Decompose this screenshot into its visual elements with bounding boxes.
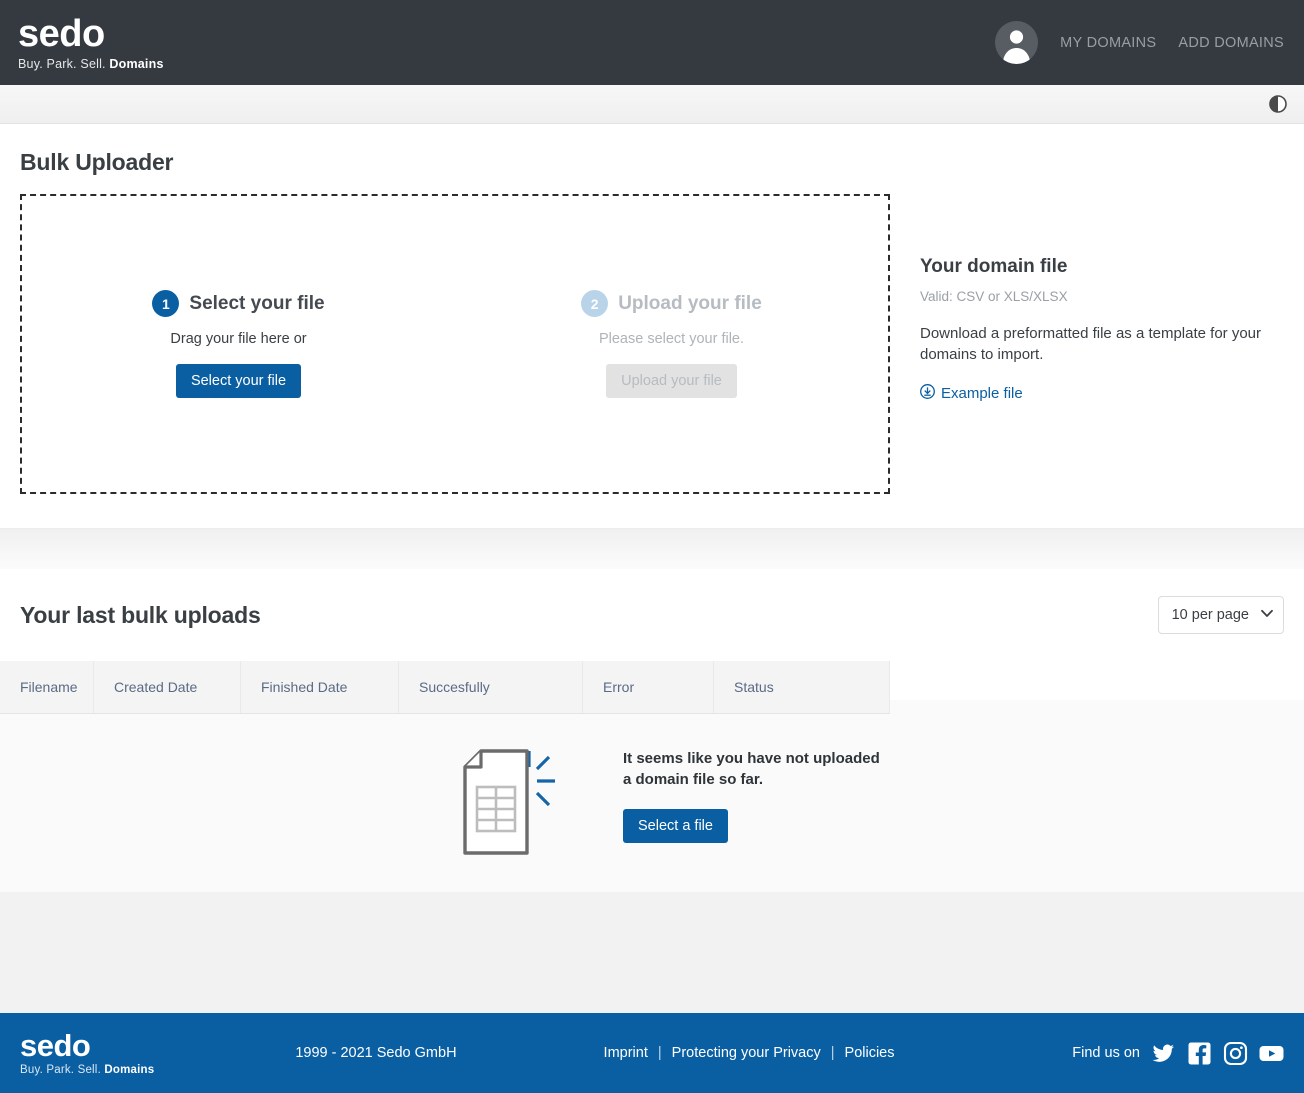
step-2-title: Upload your file — [618, 293, 762, 315]
download-circle-icon — [920, 384, 935, 403]
column-header-filename[interactable]: Filename — [0, 661, 94, 713]
empty-state-content: It seems like you have not uploaded a do… — [623, 749, 883, 842]
top-header: sedo Buy. Park. Sell. Domains MY DOMAINS… — [0, 0, 1304, 85]
header-right-group: MY DOMAINS ADD DOMAINS — [995, 21, 1284, 64]
upload-steps: 1 Select your file Drag your file here o… — [22, 290, 888, 398]
column-header-error[interactable]: Error — [583, 661, 714, 713]
user-avatar-icon[interactable] — [995, 21, 1038, 64]
spreadsheet-file-sparkle-icon — [451, 729, 571, 864]
footer-sedo-logo[interactable]: sedo Buy. Park. Sell. Domains — [20, 1030, 154, 1077]
sub-toolbar — [0, 85, 1304, 124]
select-a-file-button[interactable]: Select a file — [623, 809, 728, 843]
uploads-empty-state: It seems like you have not uploaded a do… — [0, 700, 1304, 892]
last-uploads-title: Your last bulk uploads — [20, 602, 261, 629]
step-1-header: 1 Select your file — [32, 290, 445, 317]
uploader-row: 1 Select your file Drag your file here o… — [20, 194, 1284, 494]
sedo-logo[interactable]: sedo Buy. Park. Sell. Domains — [18, 15, 164, 71]
footer-links: Imprint | Protecting your Privacy | Poli… — [604, 1045, 895, 1061]
instagram-icon[interactable] — [1223, 1041, 1248, 1066]
step-2-subtitle: Please select your file. — [465, 331, 878, 347]
contrast-toggle-icon[interactable] — [1269, 95, 1287, 113]
logo-tagline: Buy. Park. Sell. Domains — [18, 58, 164, 71]
step-2-badge: 2 — [581, 290, 608, 317]
step-1-subtitle: Drag your file here or — [32, 331, 445, 347]
footer-logo-tagline: Buy. Park. Sell. Domains — [20, 1065, 154, 1077]
youtube-icon[interactable] — [1259, 1041, 1284, 1066]
column-header-created-date[interactable]: Created Date — [94, 661, 241, 713]
last-uploads-section: Your last bulk uploads 10 per page Filen… — [0, 569, 1304, 700]
footer-link-privacy[interactable]: Protecting your Privacy — [672, 1045, 821, 1061]
domain-file-panel: Your domain file Valid: CSV or XLS/XLSX … — [890, 194, 1270, 404]
page-title: Bulk Uploader — [20, 124, 1284, 176]
social-label: Find us on — [1072, 1045, 1140, 1061]
domain-file-title: Your domain file — [920, 256, 1270, 278]
column-header-finished-date[interactable]: Finished Date — [241, 661, 399, 713]
footer-copyright: 1999 - 2021 Sedo GmbH — [295, 1045, 456, 1061]
social-group: Find us on — [1072, 1041, 1284, 1066]
chevron-down-icon — [1261, 609, 1273, 621]
step-1-title: Select your file — [189, 293, 324, 315]
domain-file-description: Download a preformatted file as a templa… — [920, 323, 1270, 366]
file-dropzone[interactable]: 1 Select your file Drag your file here o… — [20, 194, 890, 494]
footer-link-policies[interactable]: Policies — [845, 1045, 895, 1061]
footer-logo-wordmark: sedo — [20, 1030, 154, 1061]
select-your-file-button[interactable]: Select your file — [176, 364, 301, 398]
logo-wordmark: sedo — [18, 15, 164, 53]
example-file-link[interactable]: Example file — [920, 384, 1023, 403]
upload-step-2: 2 Upload your file Please select your fi… — [455, 290, 888, 398]
example-file-label: Example file — [941, 385, 1023, 402]
column-header-succesfully[interactable]: Succesfully — [399, 661, 583, 713]
upload-step-1: 1 Select your file Drag your file here o… — [22, 290, 455, 398]
bulk-uploader-section: Bulk Uploader 1 Select your file Drag yo… — [0, 124, 1304, 528]
step-1-badge: 1 — [152, 290, 179, 317]
footer-separator-2: | — [831, 1045, 835, 1061]
uploads-table-header: Filename Created Date Finished Date Succ… — [0, 661, 890, 714]
domain-file-valid-formats: Valid: CSV or XLS/XLSX — [920, 289, 1270, 304]
empty-state-message: It seems like you have not uploaded a do… — [623, 749, 883, 790]
per-page-value: 10 per page — [1172, 607, 1249, 623]
last-uploads-header: Your last bulk uploads 10 per page — [0, 569, 1304, 661]
column-header-status[interactable]: Status — [714, 661, 890, 713]
section-divider — [0, 528, 1304, 569]
nav-my-domains[interactable]: MY DOMAINS — [1060, 35, 1156, 51]
facebook-icon[interactable] — [1187, 1041, 1212, 1066]
nav-add-domains[interactable]: ADD DOMAINS — [1178, 35, 1284, 51]
upload-your-file-button: Upload your file — [606, 364, 737, 398]
footer-link-imprint[interactable]: Imprint — [604, 1045, 648, 1061]
page-footer: sedo Buy. Park. Sell. Domains 1999 - 202… — [0, 1013, 1304, 1093]
step-2-header: 2 Upload your file — [465, 290, 878, 317]
per-page-select[interactable]: 10 per page — [1158, 596, 1284, 634]
twitter-icon[interactable] — [1151, 1041, 1176, 1066]
footer-separator-1: | — [658, 1045, 662, 1061]
